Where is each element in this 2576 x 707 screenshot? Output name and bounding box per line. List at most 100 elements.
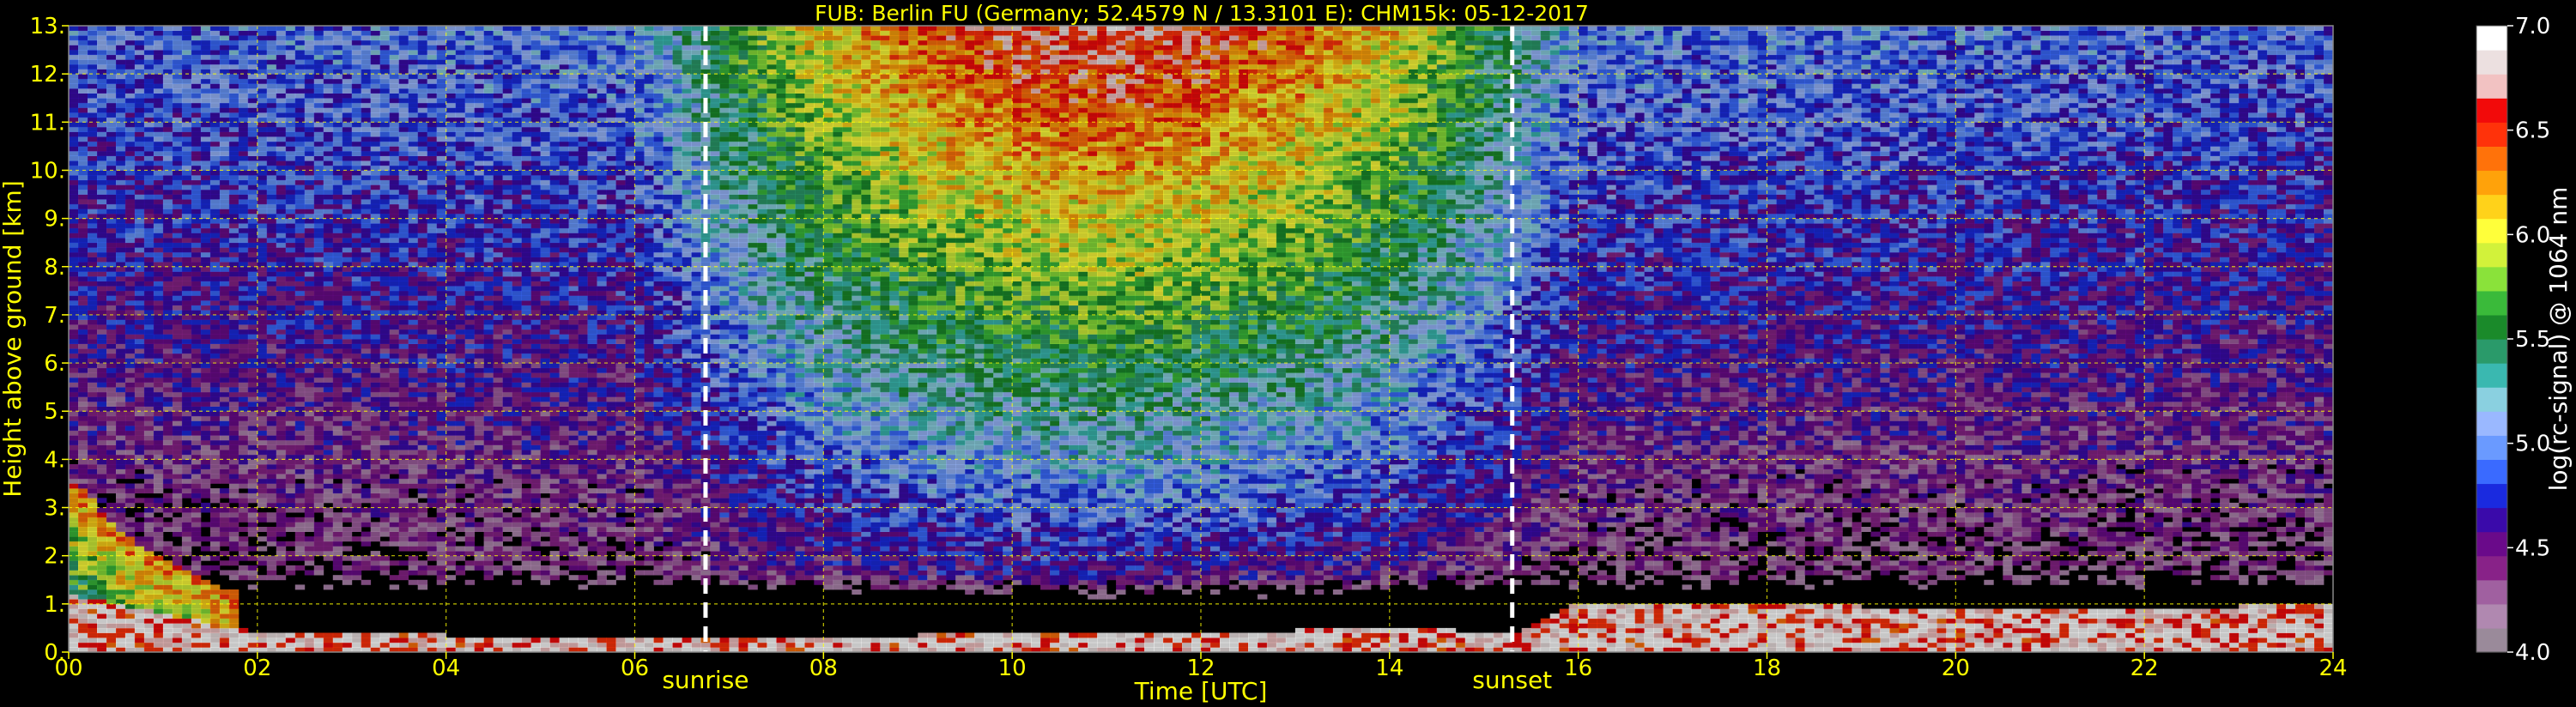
signal-cell	[191, 459, 201, 464]
signal-cell	[88, 190, 97, 195]
signal-cell	[163, 547, 173, 552]
signal-cell	[220, 512, 229, 517]
signal-cell	[116, 286, 125, 291]
signal-cell	[106, 431, 116, 436]
signal-cell	[135, 160, 144, 166]
signal-cell	[220, 55, 229, 60]
signal-cell	[135, 498, 144, 503]
signal-cell	[88, 426, 97, 431]
signal-cell	[125, 252, 135, 257]
signal-cell	[97, 204, 106, 209]
signal-cell	[182, 228, 191, 233]
signal-cell	[201, 508, 210, 513]
signal-cell	[125, 31, 135, 36]
signal-cell	[201, 628, 210, 633]
signal-cell	[78, 431, 88, 436]
signal-cell	[191, 190, 201, 195]
signal-cell	[88, 411, 97, 416]
signal-cell	[182, 372, 191, 378]
signal-cell	[182, 363, 191, 368]
signal-cell	[88, 334, 97, 339]
signal-cell	[154, 35, 163, 40]
signal-cell	[154, 638, 163, 643]
signal-cell	[220, 315, 229, 320]
signal-cell	[125, 387, 135, 392]
signal-cell	[210, 383, 220, 388]
signal-cell	[116, 151, 125, 156]
signal-cell	[69, 613, 78, 619]
signal-cell	[173, 233, 182, 239]
signal-cell	[69, 74, 78, 79]
signal-cell	[78, 257, 88, 263]
signal-cell	[210, 613, 220, 619]
signal-cell	[135, 146, 144, 151]
signal-cell	[135, 589, 144, 595]
signal-cell	[154, 94, 163, 99]
signal-cell	[106, 291, 116, 296]
signal-cell	[154, 517, 163, 523]
signal-cell	[173, 339, 182, 344]
signal-cell	[106, 112, 116, 118]
signal-cell	[163, 233, 173, 239]
signal-cell	[106, 180, 116, 185]
signal-cell	[154, 190, 163, 195]
signal-cell	[116, 445, 125, 450]
signal-cell	[191, 83, 201, 88]
signal-cell	[154, 146, 163, 151]
signal-cell	[201, 160, 210, 166]
signal-cell	[69, 633, 78, 638]
signal-cell	[163, 320, 173, 325]
signal-cell	[173, 464, 182, 469]
signal-cell	[191, 498, 201, 503]
signal-cell	[106, 488, 116, 493]
signal-cell	[191, 180, 201, 185]
signal-cell	[210, 324, 220, 329]
signal-cell	[88, 536, 97, 541]
signal-cell	[173, 276, 182, 281]
signal-cell	[97, 396, 106, 402]
signal-cell	[229, 208, 239, 214]
signal-cell	[163, 300, 173, 305]
signal-cell	[210, 83, 220, 88]
signal-cell	[125, 354, 135, 359]
signal-cell	[116, 64, 125, 69]
signal-cell	[125, 464, 135, 469]
signal-cell	[106, 469, 116, 474]
signal-cell	[191, 426, 201, 431]
signal-cell	[116, 416, 125, 421]
signal-cell	[116, 103, 125, 108]
signal-cell	[173, 50, 182, 55]
signal-cell	[125, 300, 135, 305]
signal-cell	[191, 208, 201, 214]
signal-cell	[106, 132, 116, 137]
signal-cell	[69, 26, 78, 31]
signal-cell	[220, 50, 229, 55]
signal-cell	[163, 108, 173, 113]
signal-cell	[69, 604, 78, 609]
signal-cell	[116, 522, 125, 527]
signal-cell	[191, 59, 201, 64]
signal-cell	[210, 329, 220, 335]
signal-cell	[220, 464, 229, 469]
signal-cell	[135, 31, 144, 36]
signal-cell	[191, 392, 201, 397]
signal-cell	[229, 329, 239, 335]
signal-cell	[154, 160, 163, 166]
signal-cell	[125, 83, 135, 88]
signal-cell	[88, 59, 97, 64]
signal-cell	[163, 387, 173, 392]
signal-cell	[88, 238, 97, 243]
signal-cell	[182, 421, 191, 426]
signal-cell	[125, 556, 135, 561]
signal-cell	[182, 584, 191, 589]
signal-cell	[173, 354, 182, 359]
signal-cell	[97, 363, 106, 368]
signal-cell	[163, 445, 173, 450]
signal-cell	[220, 300, 229, 305]
signal-cell	[97, 88, 106, 94]
signal-cell	[69, 59, 78, 64]
signal-cell	[163, 74, 173, 79]
signal-cell	[135, 127, 144, 132]
signal-cell	[97, 613, 106, 619]
signal-cell	[173, 88, 182, 94]
